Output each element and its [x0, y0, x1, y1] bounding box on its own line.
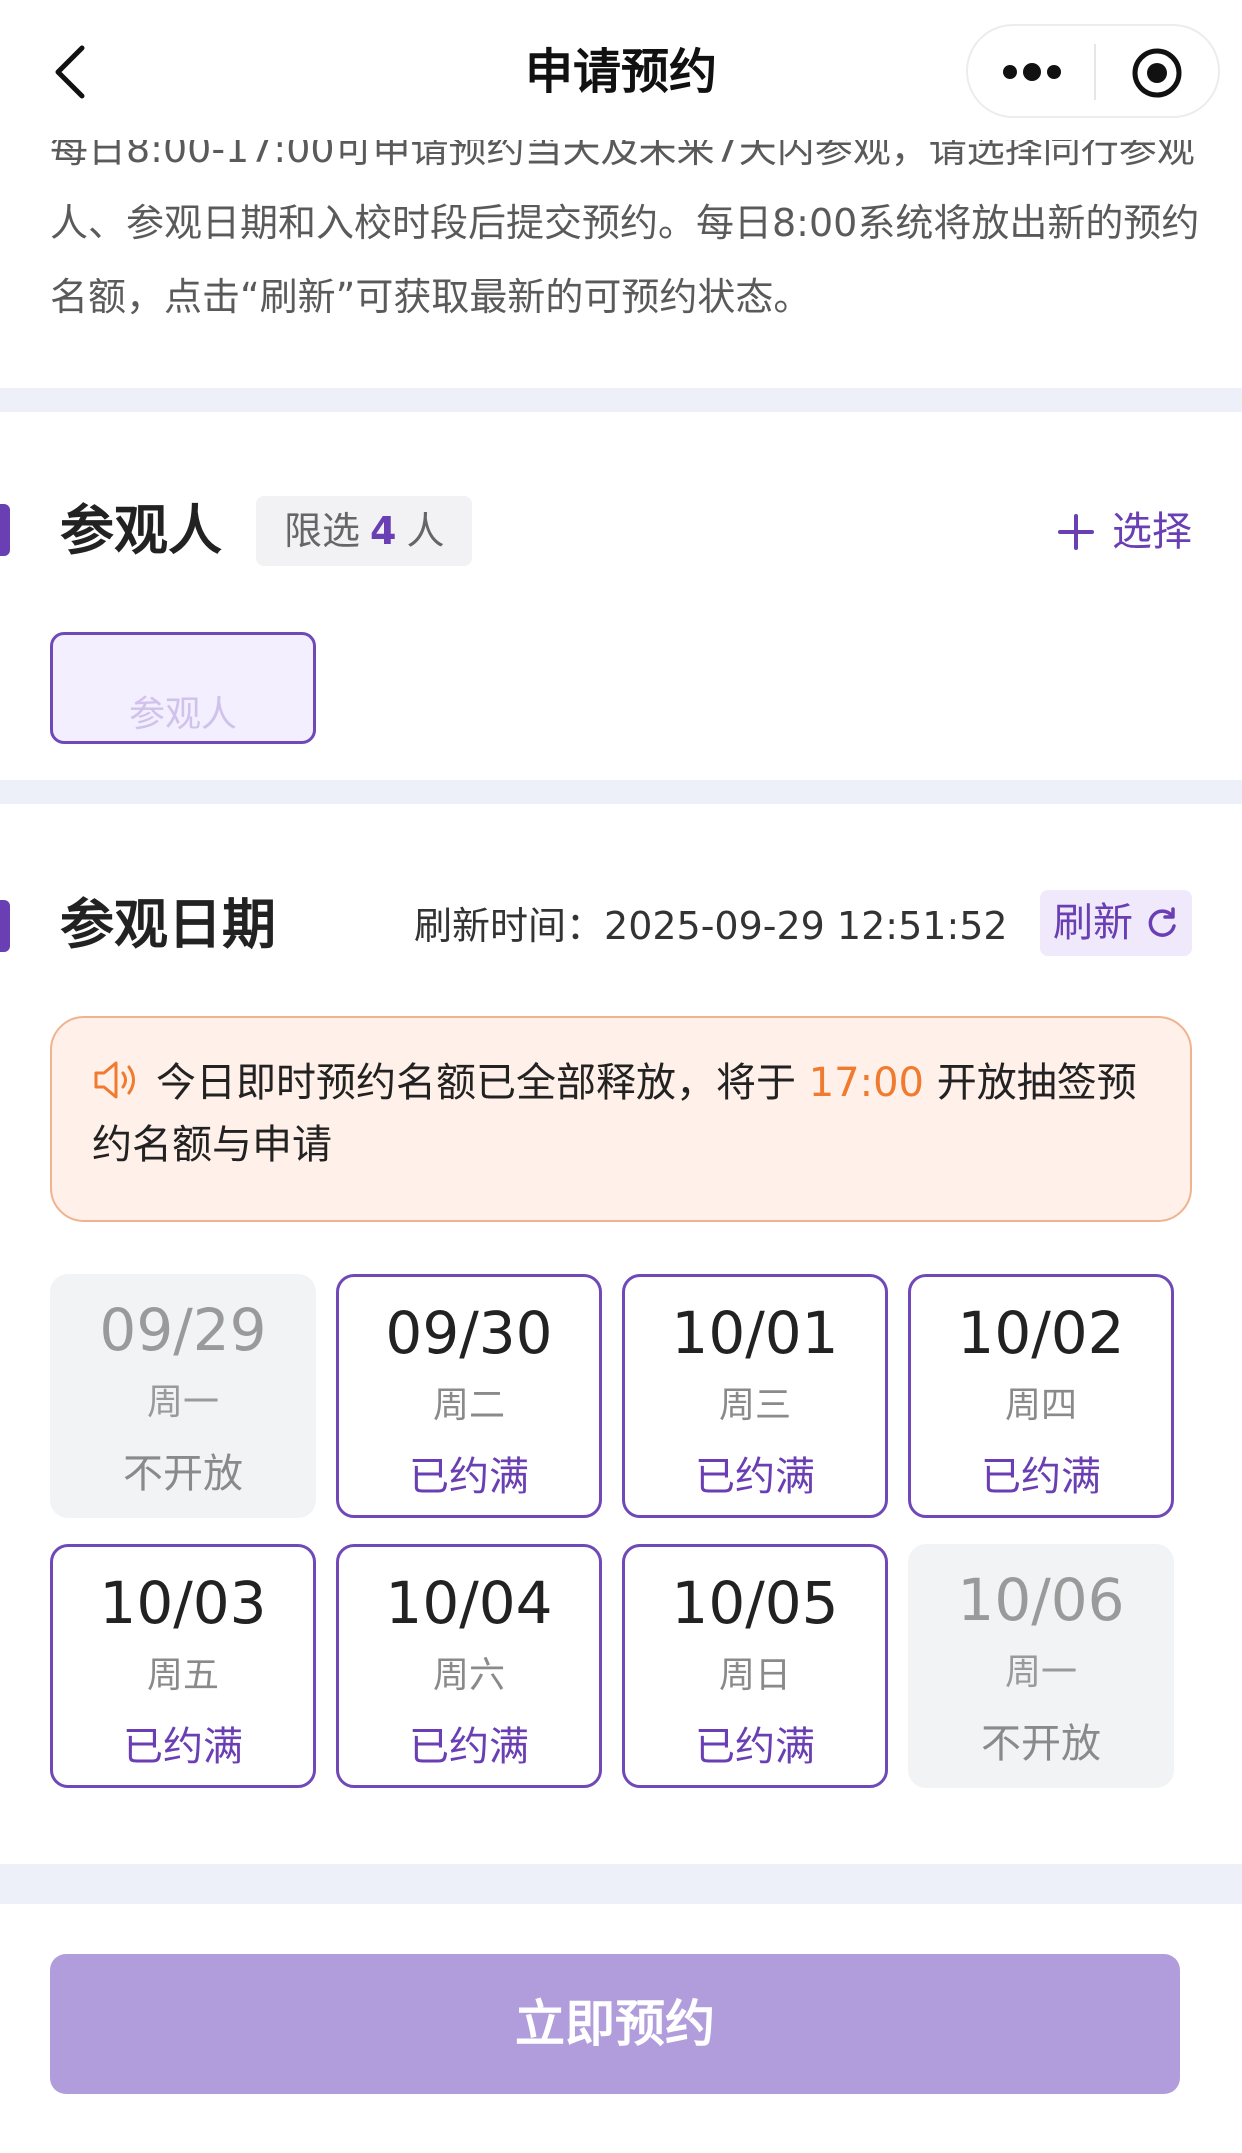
date-label: 10/01 [671, 1299, 839, 1367]
date-status: 不开放 [981, 1721, 1101, 1767]
date-label: 10/06 [957, 1566, 1125, 1634]
date-cell[interactable]: 10/01 周三 已约满 [622, 1274, 888, 1518]
section-marker [0, 900, 10, 952]
refresh-time-label: 刷新时间： [414, 904, 605, 948]
section-divider [0, 388, 1242, 412]
date-cell[interactable]: 09/29 周一 不开放 [50, 1274, 316, 1518]
more-dots-icon[interactable] [1000, 54, 1064, 90]
navigation-bar: 申请预约 [0, 0, 1242, 140]
refresh-time: 刷新时间：2025-09-29 12:51:52 [414, 894, 1008, 958]
date-status: 已约满 [409, 1454, 529, 1500]
speaker-icon [94, 1061, 135, 1099]
refresh-time-value: 2025-09-29 12:51:52 [604, 904, 1008, 948]
weekday-label: 周四 [1004, 1385, 1077, 1426]
date-status: 已约满 [695, 1724, 815, 1770]
weekday-label: 周日 [718, 1655, 791, 1696]
limit-number: 4 [370, 509, 397, 553]
visitors-section-title: 参观人 [60, 499, 222, 562]
notice-text-before: 今日即时预约名额已全部释放，将于 [156, 1060, 796, 1106]
date-cell[interactable]: 10/03 周五 已约满 [50, 1544, 316, 1788]
target-circle-icon[interactable] [1130, 46, 1184, 100]
intro-text-block: 每日8:00-17:00可申请预约当天及未来7天内参观，请选择同行参观人、参观日… [50, 112, 1200, 342]
date-label: 09/29 [99, 1296, 267, 1364]
notice-banner: 今日即时预约名额已全部释放，将于 17:00 开放抽签预约名额与申请 [50, 1016, 1192, 1222]
plus-icon [1058, 514, 1094, 550]
weekday-label: 周一 [146, 1382, 219, 1423]
date-label: 10/03 [99, 1569, 267, 1637]
date-label: 10/02 [957, 1299, 1125, 1367]
weekday-label: 周一 [1004, 1652, 1077, 1693]
visitor-chip-label: 参观人 [128, 694, 237, 735]
limit-suffix: 人 [406, 509, 445, 553]
visitor-chip[interactable]: 参观人 [50, 632, 316, 744]
capsule-divider [1094, 44, 1096, 100]
date-status: 已约满 [695, 1454, 815, 1500]
section-divider [0, 780, 1242, 804]
date-status: 不开放 [123, 1451, 243, 1497]
date-status: 已约满 [981, 1454, 1101, 1500]
intro-text: 每日8:00-17:00可申请预约当天及未来7天内参观，请选择同行参观人、参观日… [50, 127, 1200, 319]
mini-program-capsule [966, 24, 1220, 118]
weekday-label: 周三 [718, 1385, 791, 1426]
date-cell[interactable]: 10/02 周四 已约满 [908, 1274, 1174, 1518]
submit-reservation-button[interactable]: 立即预约 [50, 1954, 1180, 2094]
date-label: 09/30 [385, 1299, 553, 1367]
limit-prefix: 限选 [284, 509, 361, 553]
refresh-button[interactable]: 刷新 [1040, 890, 1192, 956]
section-divider [0, 1864, 1242, 1904]
date-status: 已约满 [123, 1724, 243, 1770]
weekday-label: 周二 [432, 1385, 505, 1426]
refresh-icon [1148, 907, 1176, 937]
dates-section-title: 参观日期 [60, 893, 276, 956]
date-cell[interactable]: 10/05 周日 已约满 [622, 1544, 888, 1788]
section-marker [0, 504, 10, 556]
visitor-limit-badge: 限选 4 人 [256, 496, 473, 566]
select-label: 选择 [1112, 509, 1192, 555]
refresh-label: 刷新 [1053, 900, 1133, 946]
date-label: 10/04 [385, 1569, 553, 1637]
date-cell[interactable]: 10/06 周一 不开放 [908, 1544, 1174, 1788]
select-visitor-button[interactable]: 选择 [1058, 500, 1192, 564]
notice-time: 17:00 [808, 1060, 924, 1106]
weekday-label: 周五 [146, 1655, 219, 1696]
weekday-label: 周六 [432, 1655, 505, 1696]
date-cell[interactable]: 09/30 周二 已约满 [336, 1274, 602, 1518]
date-cell[interactable]: 10/04 周六 已约满 [336, 1544, 602, 1788]
date-label: 10/05 [671, 1569, 839, 1637]
date-status: 已约满 [409, 1724, 529, 1770]
